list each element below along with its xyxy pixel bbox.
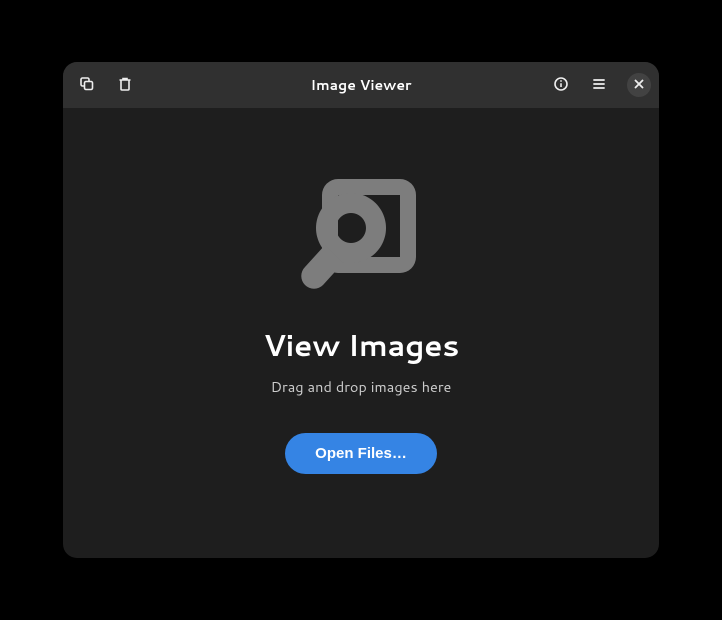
empty-state-subheading: Drag and drop images here	[271, 376, 452, 397]
empty-state: View Images Drag and drop images here Op…	[63, 108, 659, 558]
open-files-button[interactable]: Open Files…	[285, 433, 437, 474]
copy-button[interactable]	[71, 69, 103, 101]
close-icon	[633, 78, 645, 93]
window-title: Image Viewer	[311, 75, 412, 95]
empty-state-heading: View Images	[263, 323, 459, 366]
trash-icon	[117, 76, 133, 95]
menu-button[interactable]	[583, 69, 615, 101]
copy-icon	[79, 76, 95, 95]
image-magnifier-icon	[296, 173, 426, 299]
close-button[interactable]	[627, 73, 651, 97]
info-button[interactable]	[545, 69, 577, 101]
titlebar: Image Viewer	[63, 62, 659, 108]
app-window: Image Viewer	[63, 62, 659, 558]
hamburger-icon	[591, 76, 607, 95]
titlebar-right	[412, 69, 652, 101]
info-icon	[553, 76, 569, 95]
titlebar-left	[71, 69, 311, 101]
delete-button[interactable]	[109, 69, 141, 101]
